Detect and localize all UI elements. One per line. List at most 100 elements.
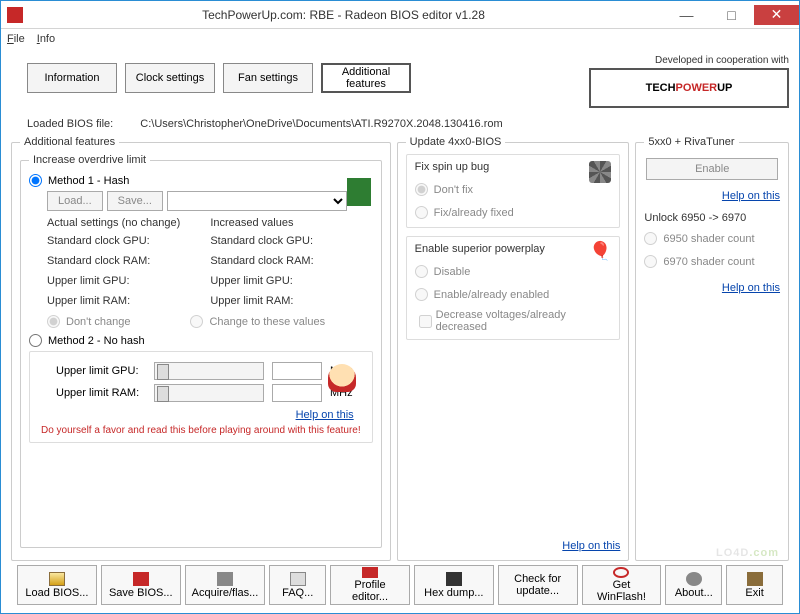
close-button[interactable]: ✕ [754,5,799,25]
inc-up-ram: Upper limit RAM: [210,295,313,309]
techpowerup-logo[interactable]: TECHPOWERUP [589,68,789,108]
overdrive-group: Increase overdrive limit Method 1 - Hash… [20,154,382,548]
m2-upper-ram-slider[interactable] [154,384,264,402]
chip-icon [217,572,233,586]
method1-label: Method 1 - Hash [48,175,129,187]
spin-up-title: Fix spin up bug [415,161,612,173]
titlebar: TechPowerUp.com: RBE - Radeon BIOS edito… [1,1,799,29]
additional-features-group: Additional features Increase overdrive l… [11,136,391,561]
r6970-label: 6970 shader count [663,256,754,268]
minimize-button[interactable]: — [664,5,709,25]
pp-disable-radio[interactable] [415,265,428,278]
tab-fan-settings[interactable]: Fan settings [223,63,313,93]
overdrive-select[interactable] [167,191,347,211]
acquire-flash-button[interactable]: Acquire/flas... [185,565,266,605]
actual-settings-header: Actual settings (no change) [47,217,180,229]
change-to-radio[interactable] [190,315,203,328]
tab-clock-settings[interactable]: Clock settings [125,63,215,93]
bottom-toolbar: Load BIOS... Save BIOS... Acquire/flas..… [11,561,789,609]
m2-upper-ram-label: Upper limit RAM: [56,387,146,399]
pp-enable-radio[interactable] [415,288,428,301]
save-button[interactable]: Save... [107,191,163,211]
window-title: TechPowerUp.com: RBE - Radeon BIOS edito… [23,8,664,22]
inc-std-ram: Standard clock RAM: [210,255,313,269]
maximize-button[interactable]: □ [709,5,754,25]
actual-up-gpu: Upper limit GPU: [47,275,180,289]
document-icon [290,572,306,586]
exit-icon [747,572,763,586]
method1-radio[interactable] [29,174,42,187]
rivatuner-group: 5xx0 + RivaTuner Enable Help on this Unl… [635,136,789,561]
about-button[interactable]: About... [665,565,722,605]
hex-icon [446,572,462,586]
fan-icon [589,161,611,183]
m2-upper-gpu-input[interactable] [272,362,322,380]
dont-fix-label: Don't fix [434,184,473,196]
pp-decrease-label: Decrease voltages/already decreased [436,309,612,333]
load-bios-button[interactable]: Load BIOS... [17,565,97,605]
menu-info[interactable]: Info [37,33,55,45]
pp-enable-label: Enable/already enabled [434,289,550,301]
menu-file[interactable]: File [7,33,25,45]
m2-upper-gpu-slider[interactable] [154,362,264,380]
actual-up-ram: Upper limit RAM: [47,295,180,309]
app-icon [7,7,23,23]
riva-enable-button[interactable]: Enable [646,158,778,180]
profile-editor-button[interactable]: Profile editor... [330,565,410,605]
inc-std-gpu: Standard clock GPU: [210,235,313,249]
rivatuner-legend: 5xx0 + RivaTuner [644,136,738,148]
unlock-label: Unlock 6950 -> 6970 [644,212,780,224]
overdrive-help-link[interactable]: Help on this [296,409,354,421]
tab-additional-features[interactable]: Additional features [321,63,411,93]
r6970-radio[interactable] [644,255,657,268]
r6950-label: 6950 shader count [663,233,754,245]
tab-information[interactable]: Information [27,63,117,93]
method2-label: Method 2 - No hash [48,335,145,347]
update-help-link[interactable]: Help on this [562,540,620,552]
spin-up-group: Fix spin up bug Don't fix Fix/already fi… [406,154,621,228]
save-bios-button[interactable]: Save BIOS... [101,565,181,605]
dont-fix-radio[interactable] [415,183,428,196]
get-winflash-button[interactable]: Get WinFlash! [582,565,662,605]
fix-label: Fix/already fixed [434,207,514,219]
faq-button[interactable]: FAQ... [269,565,326,605]
ati-icon [362,567,378,578]
hex-dump-button[interactable]: Hex dump... [414,565,494,605]
balloons-icon [589,241,611,265]
load-button[interactable]: Load... [47,191,103,211]
pp-disable-label: Disable [434,266,471,278]
dont-change-label: Don't change [66,316,130,328]
cooperation-label: Developed in cooperation with [589,55,789,66]
powerplay-group: Enable superior powerplay Disable Enable… [406,236,621,340]
character-icon [328,364,356,392]
riva-help-link[interactable]: Help on this [722,190,780,202]
about-icon [686,572,702,586]
increased-values-header: Increased values [210,217,313,229]
main-tabs: Information Clock settings Fan settings … [11,55,411,97]
actual-std-ram: Standard clock RAM: [47,255,180,269]
m2-upper-gpu-label: Upper limit GPU: [56,365,146,377]
exit-button[interactable]: Exit [726,565,783,605]
fix-radio[interactable] [415,206,428,219]
overdrive-warning: Do yourself a favor and read this before… [38,425,364,436]
check-update-button[interactable]: Check for update... [498,565,578,605]
method2-box: Upper limit GPU: MHz Upper limit RAM: MH… [29,351,373,443]
save-icon [133,572,149,586]
menubar: File Info [1,29,799,49]
unlock-help-link[interactable]: Help on this [722,282,780,294]
power-icon [613,567,629,578]
method2-radio[interactable] [29,334,42,347]
inc-up-gpu: Upper limit GPU: [210,275,313,289]
loaded-bios-row: Loaded BIOS file: C:\Users\Christopher\O… [27,118,789,130]
folder-open-icon [49,572,65,586]
update-bios-group: Update 4xx0-BIOS Fix spin up bug Don't f… [397,136,630,561]
additional-features-legend: Additional features [20,136,119,148]
pp-decrease-check[interactable] [419,315,432,328]
actual-std-gpu: Standard clock GPU: [47,235,180,249]
dont-change-radio[interactable] [47,315,60,328]
update-bios-legend: Update 4xx0-BIOS [406,136,506,148]
change-to-label: Change to these values [209,316,325,328]
m2-upper-ram-input[interactable] [272,384,322,402]
r6950-radio[interactable] [644,232,657,245]
sprite-icon [347,178,371,206]
